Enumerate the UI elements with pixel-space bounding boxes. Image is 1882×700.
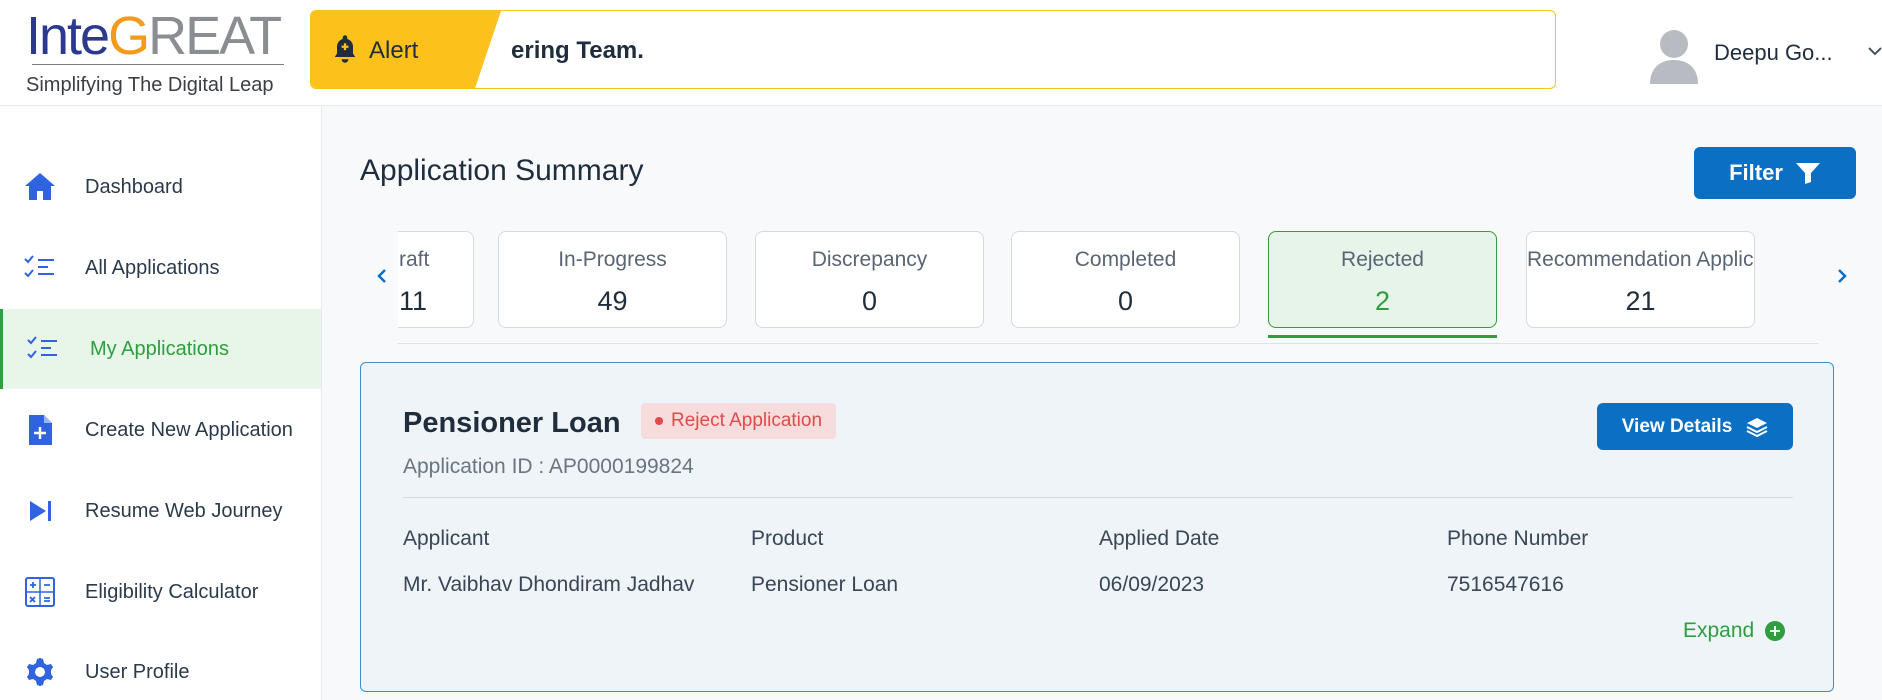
card-divider <box>403 497 1793 498</box>
status-card-discrepancy[interactable]: Discrepancy 0 <box>755 231 984 328</box>
expand-label: Expand <box>1683 619 1755 642</box>
scroll-left-button[interactable] <box>368 256 396 296</box>
checklist-icon <box>24 255 54 278</box>
applicant-name: Mr. Vaibhav Dhondiram Jadhav <box>403 573 695 596</box>
status-label: Discrepancy <box>811 248 928 271</box>
alert-label: Alert <box>369 37 419 64</box>
sidebar-item-label: User Profile <box>85 660 190 683</box>
phone-number-column: Phone Number 7516547616 <box>1447 527 1787 597</box>
status-tabs-viewport: raft 11 In-Progress 49 Discrepancy 0 Com… <box>398 224 1818 344</box>
status-count: 49 <box>597 286 628 316</box>
skip-forward-icon <box>30 501 51 521</box>
filter-button-label: Filter <box>1729 160 1783 185</box>
chevron-down-icon[interactable] <box>1866 42 1882 60</box>
phone-number: 7516547616 <box>1447 573 1564 596</box>
status-count: 21 <box>1625 286 1656 316</box>
header: InteGREAT Simplifying The Digital Leap A… <box>0 0 1882 106</box>
status-card-recommendation[interactable]: Recommendation Applicatio 21 <box>1526 231 1755 328</box>
user-name: Deepu Go... <box>1714 40 1833 65</box>
status-card-in-progress[interactable]: In-Progress 49 <box>498 231 727 328</box>
sidebar-item-create-new-application[interactable]: Create New Application <box>0 390 321 470</box>
sidebar-item-label: Dashboard <box>85 175 183 198</box>
expand-button[interactable]: Expand <box>1683 619 1786 643</box>
chevron-right-icon <box>1838 269 1847 283</box>
applied-date: 06/09/2023 <box>1099 573 1205 596</box>
alert-banner: Alert ering Team. <box>310 10 1556 89</box>
layers-icon <box>1746 417 1768 437</box>
status-label: raft <box>399 248 430 271</box>
product-column: Product Pensioner Loan <box>751 527 1091 597</box>
logo-part-g: G <box>108 6 150 66</box>
file-plus-icon <box>29 415 52 445</box>
bell-icon <box>334 35 356 63</box>
sidebar-item-dashboard[interactable]: Dashboard <box>0 147 321 227</box>
funnel-icon <box>1795 163 1820 184</box>
sidebar-item-label: Create New Application <box>85 418 293 441</box>
status-tabs: raft 11 In-Progress 49 Discrepancy 0 Com… <box>322 224 1882 344</box>
sidebar-item-resume-web-journey[interactable]: Resume Web Journey <box>0 471 321 551</box>
application-id: Application ID : AP0000199824 <box>403 455 694 478</box>
logo-divider <box>32 64 284 65</box>
filter-button[interactable]: Filter <box>1694 147 1856 199</box>
column-header: Applicant <box>403 527 490 550</box>
status-card-rejected[interactable]: Rejected 2 <box>1268 231 1497 328</box>
calculator-icon <box>25 577 55 607</box>
status-badge-label: Reject Application <box>671 410 823 431</box>
main-content: Application Summary Filter raft 11 In-Pr… <box>322 106 1882 700</box>
user-menu[interactable]: Deepu Go... <box>1646 18 1882 88</box>
sidebar-item-label: Resume Web Journey <box>85 499 283 522</box>
status-count: 2 <box>1374 286 1391 316</box>
column-header: Applied Date <box>1099 527 1220 550</box>
gear-icon <box>27 658 53 686</box>
checklist-icon <box>27 336 57 359</box>
alert-message: ering Team. <box>511 37 644 64</box>
logo-tagline: Simplifying The Digital Leap <box>26 74 274 96</box>
status-card-draft[interactable]: raft 11 <box>398 231 474 328</box>
page-title: Application Summary <box>360 154 644 187</box>
home-icon <box>25 173 55 200</box>
plus-circle-icon <box>1765 621 1786 641</box>
logo-part-inte: Inte <box>26 6 110 66</box>
alert-tag: Alert <box>311 11 501 88</box>
logo-wordmark: InteGREAT <box>26 8 286 64</box>
applied-date-column: Applied Date 06/09/2023 <box>1099 527 1439 597</box>
column-header: Phone Number <box>1447 527 1589 550</box>
status-count: 11 <box>399 286 428 316</box>
brand-logo[interactable]: InteGREAT Simplifying The Digital Leap <box>26 8 286 96</box>
status-label: Recommendation Applicatio <box>1527 248 1754 271</box>
status-count: 0 <box>1117 286 1134 316</box>
sidebar-item-user-profile[interactable]: User Profile <box>0 632 321 700</box>
column-header: Product <box>751 527 824 550</box>
status-count: 0 <box>861 286 878 316</box>
logo-part-reat: REAT <box>148 6 282 66</box>
status-label: Completed <box>1074 248 1177 271</box>
status-dot-icon <box>655 417 663 425</box>
status-label: In-Progress <box>558 248 667 271</box>
avatar-icon <box>1650 30 1698 84</box>
view-details-label: View Details <box>1621 415 1733 437</box>
application-card: Pensioner Loan Reject Application Applic… <box>360 362 1834 692</box>
sidebar-item-eligibility-calculator[interactable]: Eligibility Calculator <box>0 552 321 632</box>
sidebar-item-label: All Applications <box>85 256 220 279</box>
view-details-button[interactable]: View Details <box>1597 403 1793 450</box>
status-card-completed[interactable]: Completed 0 <box>1011 231 1240 328</box>
application-product-title: Pensioner Loan <box>403 407 621 439</box>
active-tab-indicator <box>1268 335 1497 338</box>
status-label: Rejected <box>1341 248 1424 271</box>
sidebar-item-my-applications[interactable]: My Applications <box>0 309 321 389</box>
sidebar-item-label: My Applications <box>90 337 229 360</box>
sidebar-item-label: Eligibility Calculator <box>85 580 259 603</box>
sidebar: Dashboard All Applications My Applicatio… <box>0 106 322 700</box>
product-name: Pensioner Loan <box>751 573 899 596</box>
chevron-left-icon <box>377 269 386 283</box>
applicant-column: Applicant Mr. Vaibhav Dhondiram Jadhav <box>403 527 743 597</box>
sidebar-item-all-applications[interactable]: All Applications <box>0 228 321 308</box>
scroll-right-button[interactable] <box>1828 256 1856 296</box>
status-badge: Reject Application <box>641 403 837 439</box>
